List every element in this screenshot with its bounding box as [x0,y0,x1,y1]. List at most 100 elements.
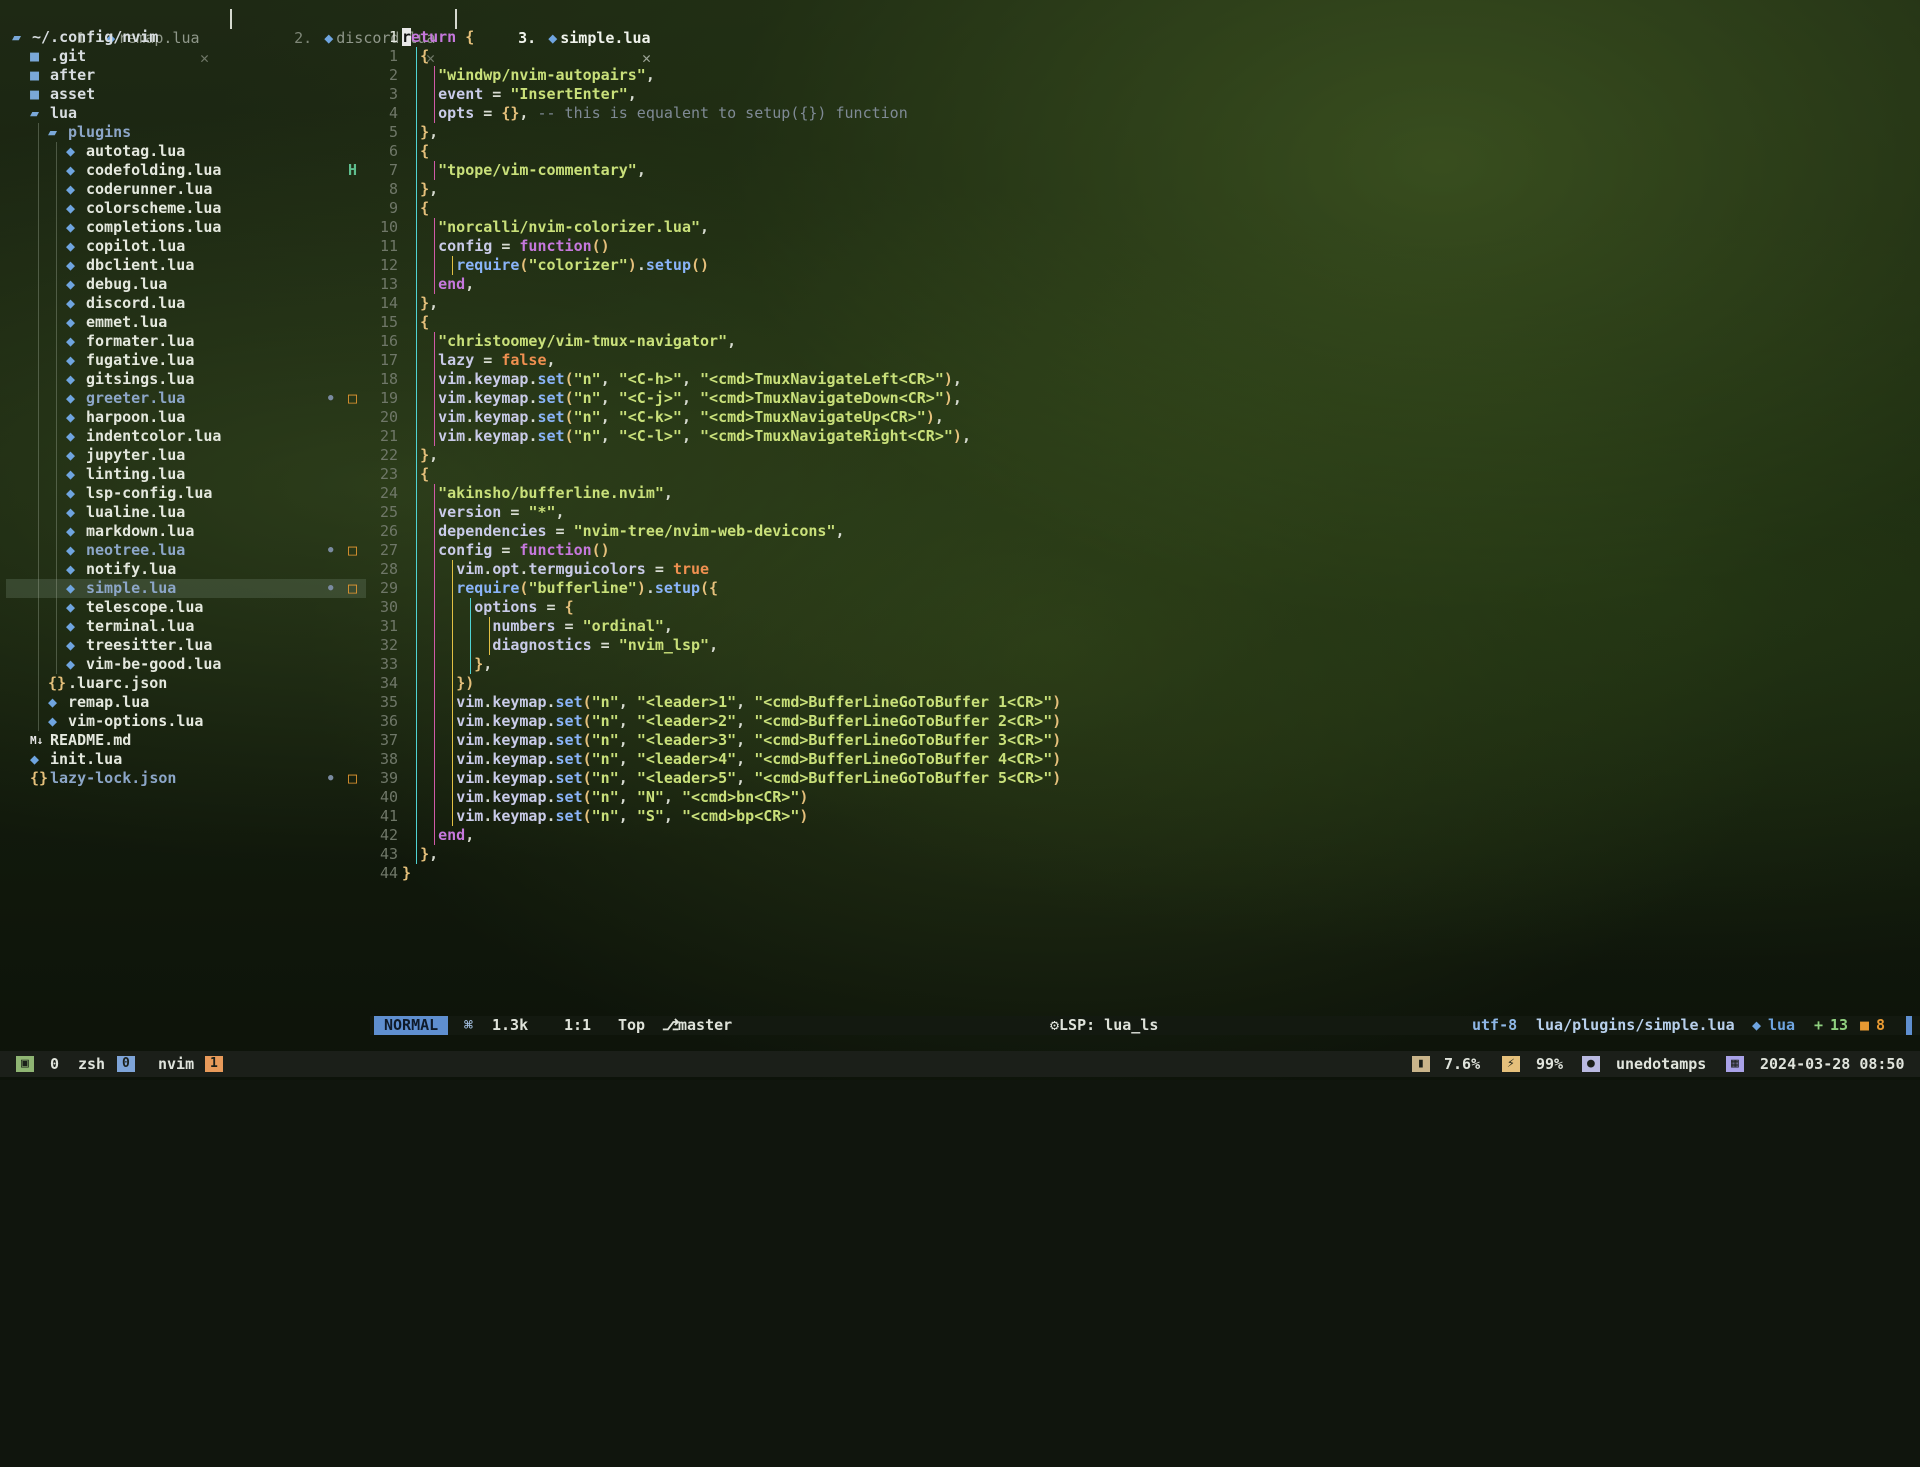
code-token: "akinsho/bufferline.nvim" [438,484,664,502]
tree-item[interactable]: ■ after [6,66,366,85]
code-line[interactable]: }, [402,180,438,199]
code-line[interactable]: version = "*", [402,503,564,522]
code-token: "<cmd>BufferLineGoToBuffer 5<CR>" [754,769,1053,787]
window-name-nvim[interactable]: nvim [158,1051,194,1077]
lua-icon: ◆ [66,275,76,293]
tree-item[interactable]: {} lazy-lock.json ● □ [6,769,366,788]
window-name-zsh[interactable]: zsh [78,1051,105,1077]
tree-item[interactable]: ◆ vim-options.lua [6,712,366,731]
tree-item[interactable]: ◆ lsp-config.lua [6,484,366,503]
code-editor[interactable]: 1 1 2 3 4 5 6 7 8 9 10 11 12 13 14 15 16 17 18 19 20 21 22 23 24… [370,28,1920,1018]
code-line[interactable]: numbers = "ordinal", [402,617,673,636]
tree-item[interactable]: ◆ terminal.lua [6,617,366,636]
tree-item[interactable]: ◆ remap.lua [6,693,366,712]
tree-item[interactable]: ◆ vim-be-good.lua [6,655,366,674]
tree-item[interactable]: ◆ simple.lua ● □ [6,579,366,598]
code-line[interactable]: }) [402,674,474,693]
tree-item[interactable]: ◆ debug.lua [6,275,366,294]
tree-item[interactable]: ◆ telescope.lua [6,598,366,617]
tree-root[interactable]: ▰ ~/.config/nvim [6,28,366,47]
tree-item[interactable]: ◆ greeter.lua ● □ [6,389,366,408]
tree-item[interactable]: ◆ dbclient.lua [6,256,366,275]
folder-open-icon: ▰ [48,123,58,141]
tree-item[interactable]: ◆ notify.lua [6,560,366,579]
code-line[interactable]: options = { [402,598,573,617]
tab-remap[interactable]: 1. ◆ remap.lua ✕ [40,8,209,67]
tree-item[interactable]: ◆ linting.lua [6,465,366,484]
tree-item[interactable]: ◆ indentcolor.lua [6,427,366,446]
tree-item[interactable]: ◆ completions.lua [6,218,366,237]
tree-item-label: lua [50,104,78,122]
code-token: vim [438,408,466,426]
code-line[interactable]: "tpope/vim-commentary", [402,161,646,180]
tree-item[interactable]: ▰ lua [6,104,366,123]
code-line[interactable]: require("bufferline").setup({ [402,579,718,598]
code-line[interactable]: }, [402,294,438,313]
code-line[interactable]: vim.keymap.set("n", "<leader>3", "<cmd>B… [402,731,1061,750]
tree-item[interactable]: ◆ init.lua [6,750,366,769]
tree-item[interactable]: ◆ coderunner.lua [6,180,366,199]
code-line[interactable]: return { [402,28,474,47]
tree-item[interactable]: ◆ emmet.lua [6,313,366,332]
code-line[interactable]: dependencies = "nvim-tree/nvim-web-devic… [402,522,844,541]
code-line[interactable]: end, [402,826,474,845]
tree-item[interactable]: ▰ plugins [6,123,366,142]
code-line[interactable]: vim.keymap.set("n", "<C-k>", "<cmd>TmuxN… [402,408,944,427]
code-token: "<leader>1" [636,693,737,711]
code-line[interactable]: } [402,864,411,883]
tree-item[interactable]: ◆ copilot.lua [6,237,366,256]
code-line[interactable]: end, [402,275,474,294]
code-line[interactable]: vim.keymap.set("n", "<leader>1", "<cmd>B… [402,693,1061,712]
code-line[interactable]: vim.keymap.set("n", "N", "<cmd>bn<CR>") [402,788,808,807]
tree-item[interactable]: ◆ fugative.lua [6,351,366,370]
tree-item[interactable]: ◆ jupyter.lua [6,446,366,465]
code-line[interactable]: "norcalli/nvim-colorizer.lua", [402,218,709,237]
code-line[interactable]: vim.keymap.set("n", "<leader>5", "<cmd>B… [402,769,1061,788]
tree-item[interactable]: ◆ neotree.lua ● □ [6,541,366,560]
tab-discord[interactable]: 2. ◆ discord.lua ✕ [258,8,435,67]
code-line[interactable]: vim.keymap.set("n", "<C-l>", "<cmd>TmuxN… [402,427,971,446]
code-token: ( [582,788,592,806]
code-line[interactable]: event = "InsertEnter", [402,85,637,104]
tree-item[interactable]: ■ .git [6,47,366,66]
code-line[interactable]: vim.keymap.set("n", "<C-h>", "<cmd>TmuxN… [402,370,962,389]
code-line[interactable]: config = function() [402,237,610,256]
tree-item[interactable]: ◆ colorscheme.lua [6,199,366,218]
tree-item[interactable]: M↓ README.md [6,731,366,750]
code-line[interactable]: diagnostics = "nvim_lsp", [402,636,718,655]
tree-item[interactable]: ◆ codefolding.lua H [6,161,366,180]
tree-item-label: linting.lua [86,465,186,483]
tree-item[interactable]: ◆ markdown.lua [6,522,366,541]
tree-item[interactable]: {} .luarc.json [6,674,366,693]
tree-item[interactable]: ◆ formater.lua [6,332,366,351]
code-line[interactable]: "christoomey/vim-tmux-navigator", [402,332,736,351]
code-line[interactable]: }, [402,845,438,864]
code-line[interactable]: config = function() [402,541,610,560]
code-token: , [952,389,962,407]
code-line[interactable]: opts = {}, -- this is equalent to setup(… [402,104,908,123]
code-token: ( [564,389,574,407]
tab-simple[interactable]: 3. ◆ simple.lua ✕ [482,8,651,67]
code-line[interactable]: vim.keymap.set("n", "S", "<cmd>bp<CR>") [402,807,808,826]
tree-item[interactable]: ◆ autotag.lua [6,142,366,161]
code-line[interactable]: }, [402,446,438,465]
code-token: } [420,123,430,141]
tree-item[interactable]: ◆ harpoon.lua [6,408,366,427]
code-line[interactable]: vim.keymap.set("n", "<leader>2", "<cmd>B… [402,712,1061,731]
code-line[interactable]: vim.keymap.set("n", "<C-j>", "<cmd>TmuxN… [402,389,962,408]
git-branch: master [678,1016,733,1034]
tree-item[interactable]: ■ asset [6,85,366,104]
tree-item[interactable]: ◆ discord.lua [6,294,366,313]
code-line[interactable]: require("colorizer").setup() [402,256,709,275]
tree-item[interactable]: ◆ lualine.lua [6,503,366,522]
code-line[interactable]: "akinsho/bufferline.nvim", [402,484,673,503]
code-line[interactable]: lazy = false, [402,351,555,370]
code-line[interactable]: vim.opt.termguicolors = true [402,560,709,579]
code-line[interactable]: "windwp/nvim-autopairs", [402,66,655,85]
tree-item[interactable]: ◆ gitsings.lua [6,370,366,389]
code-line[interactable]: }, [402,123,438,142]
tree-item[interactable]: ◆ treesitter.lua [6,636,366,655]
code-token: , [600,427,619,445]
code-line[interactable]: vim.keymap.set("n", "<leader>4", "<cmd>B… [402,750,1061,769]
